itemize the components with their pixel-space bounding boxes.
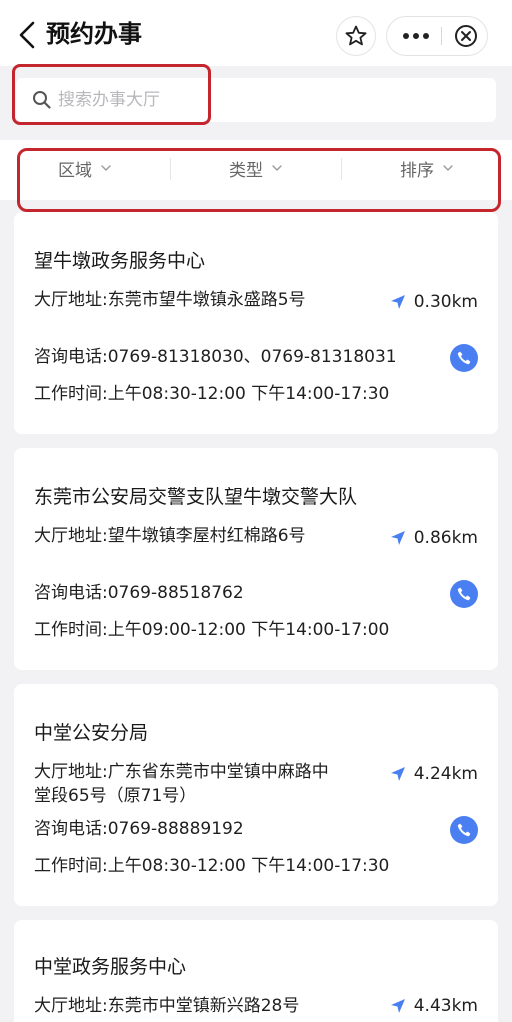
phone-icon xyxy=(457,823,471,837)
chevron-down-icon xyxy=(101,165,111,171)
hall-address: 大厅地址:望牛墩镇李屋村红棉路6号 xyxy=(34,526,306,546)
distance-value: 4.43km xyxy=(413,996,478,1016)
search-box[interactable] xyxy=(16,78,496,122)
hall-name: 东莞市公安局交警支队望牛墩交警大队 xyxy=(34,486,358,508)
distance-value: 0.86km xyxy=(413,528,478,548)
top-navigation-bar: 预约办事 xyxy=(0,0,512,66)
distance-link[interactable]: 4.24km xyxy=(390,762,478,786)
chevron-left-icon xyxy=(19,21,35,49)
page-title: 预约办事 xyxy=(46,20,142,48)
distance-link[interactable]: 0.30km xyxy=(390,290,478,314)
mini-program-capsule xyxy=(386,16,488,56)
favorite-button[interactable] xyxy=(336,16,376,56)
filter-label: 区域 xyxy=(58,160,92,181)
hall-hours: 工作时间:上午08:30-12:00 下午14:00-17:30 xyxy=(34,384,390,404)
hall-hours: 工作时间:上午09:00-12:00 下午14:00-17:00 xyxy=(34,620,390,640)
navigation-arrow-icon xyxy=(390,295,405,309)
filter-label: 排序 xyxy=(400,160,434,181)
hall-address: 大厅地址:东莞市中堂镇新兴路28号 xyxy=(34,996,300,1016)
hall-name: 望牛墩政务服务中心 xyxy=(34,250,206,272)
hall-phone: 咨询电话:0769-88889192 xyxy=(34,819,244,839)
close-circle-icon xyxy=(455,25,477,47)
filter-sort[interactable]: 排序 xyxy=(342,140,512,196)
back-button[interactable] xyxy=(16,20,40,50)
distance-link[interactable]: 0.86km xyxy=(390,526,478,550)
hall-phone: 咨询电话:0769-88518762 xyxy=(34,583,244,603)
capsule-divider xyxy=(441,27,442,45)
filter-type[interactable]: 类型 xyxy=(171,140,341,196)
search-icon xyxy=(33,91,51,109)
star-icon xyxy=(345,25,367,46)
distance-link[interactable]: 4.43km xyxy=(390,994,478,1018)
hall-address: 大厅地址:东莞市望牛墩镇永盛路5号 xyxy=(34,290,306,310)
hall-address: 大厅地址:广东省东莞市中堂镇中麻路中堂段65号（原71号） xyxy=(34,762,329,806)
phone-icon xyxy=(457,351,471,365)
close-button[interactable] xyxy=(445,17,487,55)
distance-value: 0.30km xyxy=(413,292,478,312)
distance-value: 4.24km xyxy=(413,764,478,784)
hall-card[interactable]: 东莞市公安局交警支队望牛墩交警大队 大厅地址:望牛墩镇李屋村红棉路6号 0.86… xyxy=(14,448,498,670)
navigation-arrow-icon xyxy=(390,767,405,781)
more-icon xyxy=(403,33,429,39)
search-input[interactable] xyxy=(58,78,478,122)
hall-card[interactable]: 望牛墩政务服务中心 大厅地址:东莞市望牛墩镇永盛路5号 0.30km 咨询电话:… xyxy=(14,212,498,434)
hall-card[interactable]: 中堂公安分局 大厅地址:广东省东莞市中堂镇中麻路中堂段65号（原71号） 4.2… xyxy=(14,684,498,906)
hall-name: 中堂政务服务中心 xyxy=(34,956,187,978)
hall-hours: 工作时间:上午08:30-12:00 下午14:00-17:30 xyxy=(34,856,390,876)
call-button[interactable] xyxy=(450,344,478,372)
more-button[interactable] xyxy=(393,17,439,55)
filter-region[interactable]: 区域 xyxy=(0,140,170,196)
filter-label: 类型 xyxy=(229,160,263,181)
hall-name: 中堂公安分局 xyxy=(34,722,149,744)
chevron-down-icon xyxy=(443,165,453,171)
search-area xyxy=(0,66,512,136)
navigation-arrow-icon xyxy=(390,531,405,545)
hall-phone: 咨询电话:0769-81318030、0769-81318031 xyxy=(34,347,397,367)
call-button[interactable] xyxy=(450,580,478,608)
phone-icon xyxy=(457,587,471,601)
hall-card[interactable]: 中堂政务服务中心 大厅地址:东莞市中堂镇新兴路28号 4.43km xyxy=(14,920,498,1022)
chevron-down-icon xyxy=(272,165,282,171)
filter-bar: 区域 类型 排序 xyxy=(0,140,512,200)
navigation-arrow-icon xyxy=(390,999,405,1013)
call-button[interactable] xyxy=(450,816,478,844)
